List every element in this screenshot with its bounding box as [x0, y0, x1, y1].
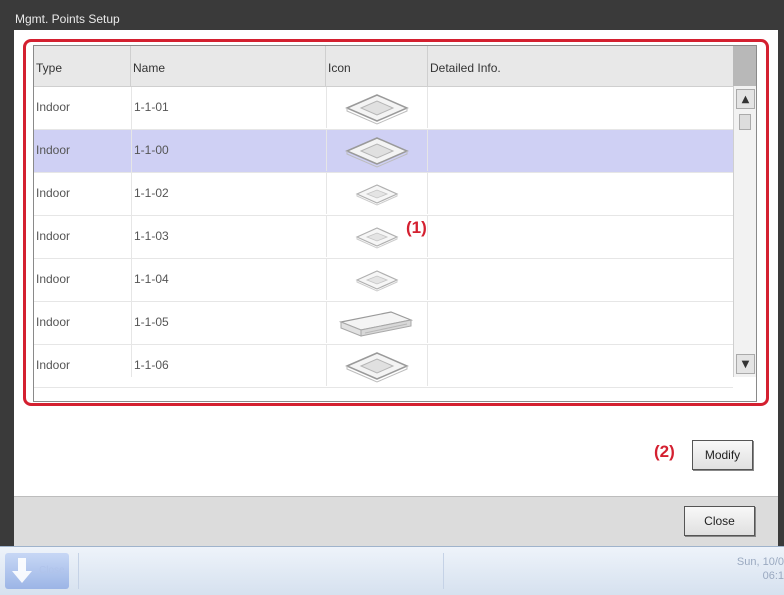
callout-label-1: (1) [406, 218, 427, 237]
scrollbar-header-corner [733, 46, 756, 86]
cell-name: 1-1-00 [134, 143, 169, 157]
scroll-up-button[interactable]: ▲ [736, 89, 755, 109]
taskbar-divider [443, 553, 444, 589]
column-header-type[interactable]: Type [34, 46, 131, 86]
table-row[interactable]: Indoor 1-1-02 [34, 173, 733, 216]
cell-type: Indoor [36, 229, 71, 243]
window-frame-right [778, 30, 784, 546]
cell-icon [326, 302, 428, 343]
triangle-up-icon: ▲ [741, 93, 750, 105]
vertical-scrollbar[interactable]: ▲ ▼ [733, 86, 756, 377]
taskbar-divider [78, 553, 79, 589]
arrow-down-icon [12, 558, 32, 583]
window-title: Mgmt. Points Setup [15, 12, 120, 26]
title-bar: Mgmt. Points Setup [0, 0, 784, 30]
close-button[interactable]: Close [684, 506, 755, 536]
column-header-icon[interactable]: Icon [326, 46, 428, 86]
table-row[interactable]: Indoor 1-1-01 [34, 87, 733, 130]
date-text: Sun, 10/0 [736, 556, 784, 568]
window-frame-left [0, 30, 14, 546]
column-header-detailed-info[interactable]: Detailed Info. [428, 46, 733, 86]
cell-icon [326, 259, 428, 300]
table-rows: Indoor 1-1-01 Indoor 1-1-00 Indoor 1-1-02 Indo… [34, 87, 733, 388]
cell-type: Indoor [36, 272, 71, 286]
cell-name: 1-1-02 [134, 186, 169, 200]
cell-name: 1-1-01 [134, 100, 169, 114]
dialog-body: Type Name Icon Detailed Info. Indoor 1-1-… [14, 30, 778, 547]
time-text: 06:1 [762, 570, 784, 582]
scroll-down-button[interactable]: ▼ [736, 354, 755, 374]
table-row[interactable]: Indoor 1-1-05 [34, 302, 733, 345]
points-table: Type Name Icon Detailed Info. Indoor 1-1-… [33, 45, 757, 402]
cell-name: 1-1-04 [134, 272, 169, 286]
modify-button[interactable]: Modify [692, 440, 753, 470]
cell-icon [326, 345, 428, 386]
cell-name: 1-1-05 [134, 315, 169, 329]
cell-type: Indoor [36, 186, 71, 200]
callout-label-2: (2) [654, 442, 675, 461]
cell-icon [326, 173, 428, 214]
table-row[interactable]: Indoor 1-1-06 [34, 345, 733, 388]
cell-type: Indoor [36, 143, 71, 157]
cell-type: Indoor [36, 100, 71, 114]
taskbar-button-label: Close [39, 565, 65, 576]
table-row[interactable]: Indoor 1-1-03 [34, 216, 733, 259]
taskbar: Close Sun, 10/0 06:1 [0, 546, 784, 595]
cell-icon [326, 87, 428, 128]
column-header-name[interactable]: Name [131, 46, 326, 86]
cell-icon [326, 130, 428, 171]
table-row[interactable]: Indoor 1-1-04 [34, 259, 733, 302]
table-header: Type Name Icon Detailed Info. [34, 46, 756, 87]
triangle-down-icon: ▼ [741, 358, 750, 370]
date-time-display: Sun, 10/0 06:1 [737, 555, 784, 583]
dialog-footer: Close [14, 496, 778, 547]
column-divider [131, 87, 132, 377]
cell-type: Indoor [36, 358, 71, 372]
scroll-thumb[interactable] [739, 114, 751, 130]
cell-name: 1-1-03 [134, 229, 169, 243]
taskbar-close-button[interactable]: Close [5, 553, 69, 589]
cell-name: 1-1-06 [134, 358, 169, 372]
cell-type: Indoor [36, 315, 71, 329]
table-row[interactable]: Indoor 1-1-00 [34, 130, 733, 173]
